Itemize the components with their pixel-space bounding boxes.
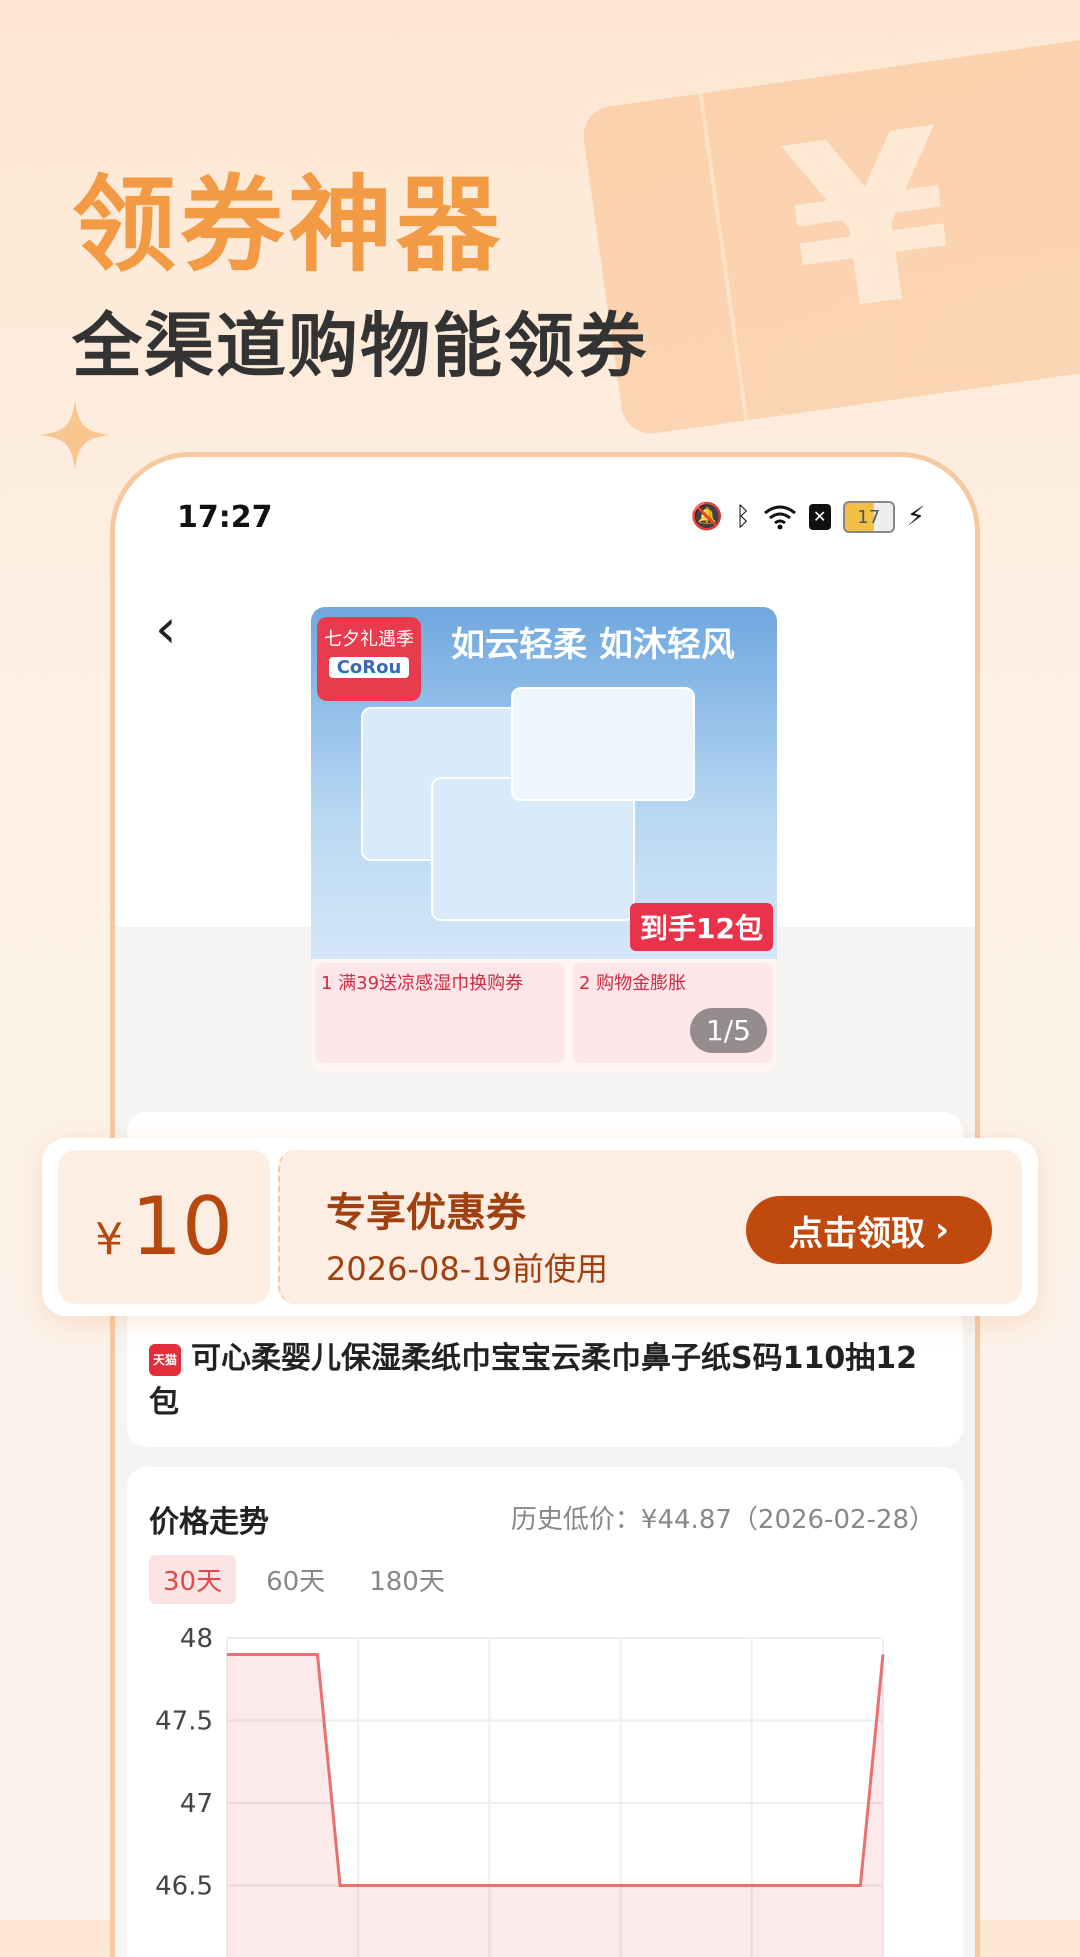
bluetooth-icon: ᛒ: [735, 502, 751, 532]
hero-subtitle: 全渠道购物能领券: [72, 290, 648, 391]
battery-icon: 17: [843, 501, 895, 533]
coupon-detail-box: 专享优惠券 2026-08-19前使用 点击领取 ›: [278, 1150, 1022, 1304]
y-tick-label: 46.5: [155, 1872, 213, 1902]
price-chart: 4847.54746.546: [127, 1612, 963, 1957]
sparkle-icon: [40, 400, 110, 470]
tmall-badge: 天猫: [149, 1344, 181, 1376]
tab-30-days[interactable]: 30天: [149, 1555, 236, 1604]
chevron-right-icon: ›: [935, 1210, 949, 1250]
price-area-fill: [227, 1655, 883, 1957]
image-counter: 1/5: [690, 1008, 767, 1053]
charging-icon: ⚡: [907, 502, 925, 532]
status-time: 17:27: [177, 500, 273, 535]
range-tabs: 30天 60天 180天: [149, 1555, 459, 1604]
product-pack: [511, 687, 695, 801]
price-trend-card: 价格走势 历史低价：¥44.87（2026-02-28） 30天 60天 180…: [127, 1467, 963, 1957]
y-tick-label: 47.5: [155, 1707, 213, 1737]
coupon-card: ¥ 10 专享优惠券 2026-08-19前使用 点击领取 ›: [42, 1138, 1038, 1316]
image-headline: 如云轻柔 如沐轻风: [451, 617, 735, 666]
sim-icon: ✕: [809, 504, 831, 530]
tab-60-days[interactable]: 60天: [252, 1555, 339, 1604]
product-image[interactable]: 七夕礼遇季 CoRou 如云轻柔 如沐轻风 到手12包 1 满39送凉感湿巾换购…: [311, 607, 777, 1073]
coupon-amount: 10: [131, 1180, 233, 1273]
mute-icon: 🔕: [691, 502, 723, 532]
brand-logo: CoRou: [329, 657, 409, 678]
back-button[interactable]: ‹: [155, 597, 177, 660]
product-title[interactable]: 天猫可心柔婴儿保湿柔纸巾宝宝云柔巾鼻子纸S码110抽12包: [149, 1337, 935, 1425]
coupon-currency: ¥: [95, 1214, 123, 1265]
tab-180-days[interactable]: 180天: [355, 1555, 459, 1604]
coupon-amount-box: ¥ 10: [58, 1150, 270, 1304]
promo-1: 1 满39送凉感湿巾换购券: [315, 963, 565, 1063]
y-tick-label: 47: [180, 1789, 213, 1819]
coupon-name: 专享优惠券: [326, 1180, 526, 1238]
product-title-text: 可心柔婴儿保湿柔纸巾宝宝云柔巾鼻子纸S码110抽12包: [149, 1341, 917, 1420]
brand-tag: 七夕礼遇季 CoRou: [317, 617, 421, 701]
image-price-tag: 到手12包: [630, 903, 773, 951]
status-icons: 🔕 ᛒ ✕ 17 ⚡: [691, 501, 925, 533]
status-bar: 17:27 🔕 ᛒ ✕ 17 ⚡: [177, 497, 925, 537]
claim-coupon-label: 点击领取: [789, 1206, 925, 1255]
price-trend-title: 价格走势: [149, 1497, 269, 1541]
claim-coupon-button[interactable]: 点击领取 ›: [746, 1196, 992, 1264]
brand-tag-label: 七夕礼遇季: [317, 625, 421, 651]
history-low-price: 历史低价：¥44.87（2026-02-28）: [511, 1499, 935, 1536]
coupon-valid-date: 2026-08-19前使用: [326, 1244, 608, 1290]
hero-title: 领券神器: [72, 140, 504, 291]
y-tick-label: 48: [180, 1624, 213, 1654]
wifi-icon: [763, 504, 797, 530]
